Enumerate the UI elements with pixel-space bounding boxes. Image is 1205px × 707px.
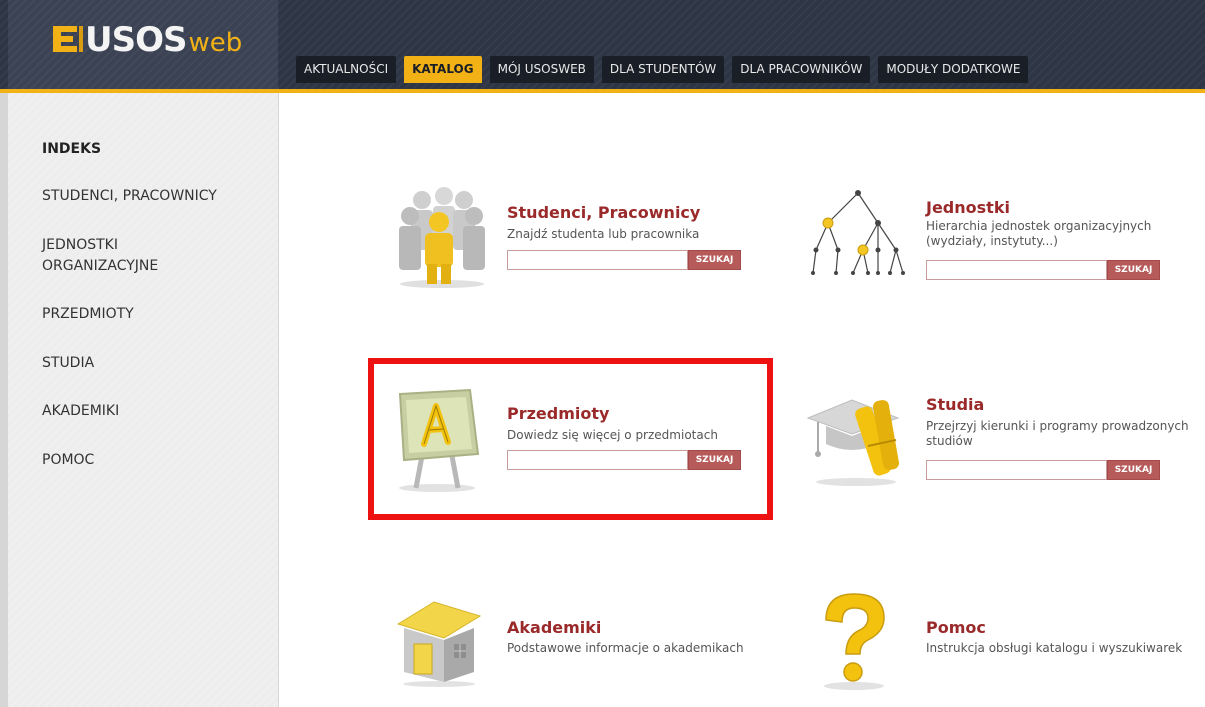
logo-text-usos: USOS	[85, 20, 187, 60]
house-icon	[396, 601, 482, 687]
tile-title-pomoc[interactable]: Pomoc	[926, 618, 986, 637]
sidebar-item-pomoc[interactable]: POMOC	[42, 450, 272, 471]
tile-title-jednostki[interactable]: Jednostki	[926, 198, 1010, 217]
tile-title-studia[interactable]: Studia	[926, 395, 984, 414]
sidebar-item-jednostki-line1: JEDNOSTKI	[42, 237, 118, 253]
sidebar-item-akademiki[interactable]: AKADEMIKI	[42, 401, 272, 422]
sidebar-item-studia[interactable]: STUDIA	[42, 353, 272, 374]
nav-tab-dla-studentow[interactable]: DLA STUDENTÓW	[601, 56, 725, 83]
logo-text-web: web	[188, 28, 243, 58]
top-header: USOS web AKTUALNOŚCI KATALOG MÓJ USOSWEB…	[0, 0, 1205, 93]
search-button-studia[interactable]: SZUKAJ	[1107, 460, 1160, 480]
nav-tab-katalog[interactable]: KATALOG	[404, 56, 482, 83]
tree-hierarchy-icon	[811, 190, 905, 275]
tile-desc-studia-line2: studiów	[926, 434, 973, 448]
sidebar-edge	[0, 93, 8, 707]
sidebar-item-przedmioty[interactable]: PRZEDMIOTY	[42, 304, 272, 325]
tile-desc-akademiki: Podstawowe informacje o akademikach	[507, 641, 744, 655]
search-button-studenci[interactable]: SZUKAJ	[688, 250, 741, 270]
sidebar-item-jednostki[interactable]: JEDNOSTKI ORGANIZACYJNE	[42, 235, 272, 277]
search-input-jednostki[interactable]	[926, 260, 1107, 280]
sidebar-item-indeks[interactable]: INDEKS	[42, 139, 272, 160]
nav-tab-dla-pracownikow[interactable]: DLA PRACOWNIKÓW	[732, 56, 871, 83]
nav-tab-moj-usosweb[interactable]: MÓJ USOSWEB	[489, 56, 594, 83]
tile-desc-jednostki-line1: Hierarchia jednostek organizacyjnych	[926, 219, 1152, 233]
search-input-studia[interactable]	[926, 460, 1107, 480]
sidebar: INDEKS STUDENCI, PRACOWNICY JEDNOSTKI OR…	[8, 93, 279, 707]
search-button-jednostki[interactable]: SZUKAJ	[1107, 260, 1160, 280]
tile-desc-studenci: Znajdź studenta lub pracownika	[507, 227, 700, 241]
question-mark-icon	[824, 593, 885, 690]
people-icon	[399, 187, 485, 288]
search-input-studenci[interactable]	[507, 250, 688, 270]
tile-title-akademiki[interactable]: Akademiki	[507, 618, 601, 637]
sidebar-item-jednostki-line2: ORGANIZACYJNE	[42, 258, 159, 274]
tile-desc-pomoc: Instrukcja obsługi katalogu i wyszukiwar…	[926, 641, 1183, 655]
tile-desc-studia-line1: Przejrzyj kierunki i programy prowadzony…	[926, 419, 1189, 433]
tile-title-studenci[interactable]: Studenci, Pracownicy	[507, 203, 700, 222]
main-nav: AKTUALNOŚCI KATALOG MÓJ USOSWEB DLA STUD…	[296, 56, 1029, 83]
sidebar-item-studenci-pracownicy[interactable]: STUDENCI, PRACOWNICY	[42, 186, 272, 207]
graduation-cap-diploma-icon	[806, 399, 900, 486]
nav-tab-moduly-dodatkowe[interactable]: MODUŁY DODATKOWE	[878, 56, 1029, 83]
logo-area: USOS web	[8, 0, 278, 89]
logo-mark-icon	[53, 26, 83, 52]
usosweb-logo[interactable]: USOS web	[53, 20, 242, 60]
tile-desc-jednostki-line2: (wydziały, instytuty...)	[926, 234, 1058, 248]
highlight-frame	[368, 358, 773, 520]
nav-tab-aktualnosci[interactable]: AKTUALNOŚCI	[296, 56, 397, 83]
